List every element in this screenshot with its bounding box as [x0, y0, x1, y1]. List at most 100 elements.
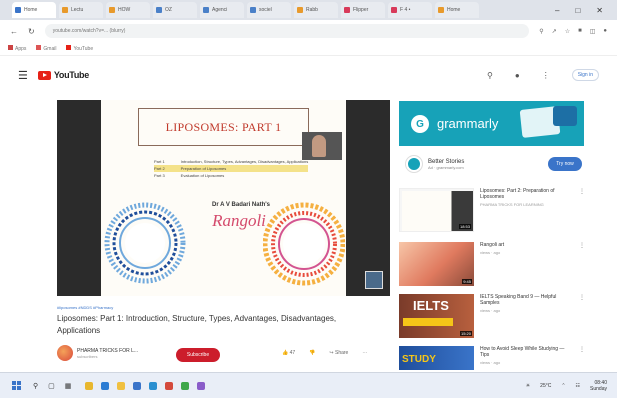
bookmarks-bar: Apps Gmail YouTube	[0, 42, 617, 56]
rec-thumbnail: IELTS 15:20	[399, 294, 474, 338]
task-view-icon[interactable]: ▢	[48, 382, 55, 390]
channel-name[interactable]: PHARMA TRICKS FOR L...	[77, 348, 138, 354]
clock[interactable]: 08:40 Sunday	[590, 380, 607, 392]
browser-tab[interactable]: Home	[12, 2, 56, 18]
url-input[interactable]: youtube.com/watch?v=... (blurry)	[44, 24, 530, 38]
minimize-icon[interactable]: –	[555, 6, 559, 15]
browser-tab[interactable]: Agenci	[200, 2, 244, 18]
share-icon[interactable]: ↗	[552, 28, 557, 35]
rec-options-icon[interactable]: ⋮	[579, 294, 585, 338]
store-taskbar-icon[interactable]	[133, 381, 142, 390]
video-actions: 👍 47 👎 ↪ Share ⋯	[282, 350, 367, 356]
channel-subscribers: subscribers	[77, 353, 98, 359]
menu-icon[interactable]: ☰	[18, 69, 28, 82]
app-taskbar-icon[interactable]	[197, 381, 206, 390]
browser-tab[interactable]: HOW	[106, 2, 150, 18]
dislike-button[interactable]: 👎	[309, 350, 315, 356]
recommended-video[interactable]: 9:45 Rangoli art views · ago ⋮	[399, 242, 585, 286]
tab-label: F 4 •	[400, 7, 411, 13]
close-icon[interactable]: ✕	[596, 6, 603, 15]
browser-tab[interactable]: F 4 •	[388, 2, 432, 18]
network-icon[interactable]: ☷	[576, 383, 580, 389]
channel-avatar[interactable]	[57, 345, 73, 361]
maximize-icon[interactable]: □	[575, 6, 580, 15]
sign-in-button[interactable]: Sign in	[571, 69, 599, 81]
microphone-icon[interactable]: ●	[515, 71, 520, 80]
apps-icon	[8, 45, 13, 50]
clock-date: Sunday	[590, 385, 607, 392]
rec-title: Rangoli art	[480, 242, 505, 248]
rec-options-icon[interactable]: ⋮	[579, 242, 585, 286]
tab-label: Flipper	[353, 7, 369, 13]
bookmark-item[interactable]: YouTube	[66, 45, 93, 52]
browser-tab[interactable]: Rabb	[294, 2, 338, 18]
more-options-icon[interactable]: ⋮	[542, 71, 550, 80]
reload-icon[interactable]: ↻	[28, 27, 35, 36]
presenter-face	[312, 135, 326, 157]
search-icon[interactable]: ⚲	[487, 71, 493, 80]
recommended-video[interactable]: 18:53 Liposomes: Part 2: Preparation of …	[399, 188, 585, 232]
advertiser-name: Better Stories	[428, 158, 465, 165]
extensions-icon[interactable]: ■	[578, 28, 582, 35]
browser-tab[interactable]: Home	[435, 2, 479, 18]
channel-info: PHARMA TRICKS FOR L... subscribers	[57, 345, 138, 361]
rec-thumbnail: STUDY	[399, 346, 474, 370]
rec-title: IELTS Speaking Band 9 — Helpful Samples	[480, 294, 557, 306]
mail-taskbar-icon[interactable]	[149, 381, 158, 390]
url-text: youtube.com/watch?v=... (blurry)	[52, 28, 126, 34]
profile-icon[interactable]: ●	[603, 28, 607, 35]
browser-tab[interactable]: sociel	[247, 2, 291, 18]
rec-meta: PHARMA TRICKS FOR LEARNING	[480, 202, 544, 207]
like-button[interactable]: 👍 47	[282, 350, 295, 356]
youtube-play-icon	[37, 70, 51, 80]
browser-tab[interactable]: OZ	[153, 2, 197, 18]
chrome-taskbar-icon[interactable]	[85, 381, 94, 390]
system-tray: ☀ 25°C ⌃ ☷ 08:40 Sunday	[526, 380, 617, 392]
browser-tab[interactable]: Flipper	[341, 2, 385, 18]
weather-icon[interactable]: ☀	[526, 383, 530, 389]
browser-tab[interactable]: Lectu	[59, 2, 103, 18]
app-taskbar-icon[interactable]	[181, 381, 190, 390]
more-actions-button[interactable]: ⋯	[362, 350, 367, 356]
back-icon[interactable]: ←	[10, 27, 18, 36]
rec-title: Liposomes: Part 2: Preparation of Liposo…	[480, 188, 555, 200]
browser-tab-bar: Home Lectu HOW OZ Agenci sociel Rabb Fli…	[0, 0, 617, 20]
video-player[interactable]: LIPOSOMES: PART 1 Part 1 Introduction, St…	[57, 100, 390, 296]
video-hashtags[interactable]: #liposomes #NDDS #Pharmacy	[57, 305, 113, 310]
youtube-logo[interactable]: YouTube	[37, 70, 89, 80]
slide-part-row: Part 3 Evaluation of Liposomes	[154, 172, 308, 179]
try-now-button[interactable]: Try now	[548, 157, 582, 171]
rangoli-left-icon	[104, 202, 186, 284]
recommended-video[interactable]: STUDY How to Avoid Sleep While Studying …	[399, 346, 585, 370]
sidebar-icon[interactable]: ◫	[590, 28, 596, 35]
search-taskbar-icon[interactable]: ⚲	[33, 382, 38, 390]
slide-parts-list: Part 1 Introduction, Structure, Types, Ad…	[154, 158, 309, 179]
tab-favicon-icon	[250, 7, 256, 13]
tray-chevron-icon[interactable]: ⌃	[561, 383, 565, 389]
tab-favicon-icon	[15, 7, 21, 13]
bookmark-item[interactable]: Apps	[8, 45, 26, 52]
channel-watermark-icon[interactable]	[365, 271, 383, 289]
slide-part-row: Part 2 Preparation of Liposomes	[154, 165, 309, 172]
windows-taskbar: ⚲ ▢ ▦ ☀ 25°C ⌃ ☷ 08:40 Sunday	[0, 372, 617, 398]
rec-duration: 15:20	[459, 331, 472, 336]
youtube-logo-text: YouTube	[53, 70, 89, 80]
widgets-icon[interactable]: ▦	[65, 382, 72, 390]
share-button[interactable]: ↪ Share	[329, 350, 348, 356]
bookmark-item[interactable]: Gmail	[36, 45, 56, 52]
rec-options-icon[interactable]: ⋮	[579, 346, 585, 370]
edge-taskbar-icon[interactable]	[101, 381, 110, 390]
youtube-header: ☰ YouTube ⚲ ● ⋮ Sign in	[0, 60, 617, 90]
explorer-taskbar-icon[interactable]	[117, 381, 126, 390]
star-icon[interactable]: ☆	[565, 28, 570, 35]
recommended-video[interactable]: IELTS 15:20 IELTS Speaking Band 9 — Help…	[399, 294, 585, 338]
grammarly-ad-banner[interactable]: G grammarly	[399, 101, 584, 146]
part-label: Part 1	[154, 159, 165, 164]
windows-start-icon[interactable]	[12, 381, 21, 390]
zoom-icon[interactable]: ⚲	[539, 28, 543, 35]
rangoli-right-icon	[263, 202, 345, 286]
rec-options-icon[interactable]: ⋮	[579, 188, 585, 232]
rec-duration: 18:53	[458, 224, 471, 229]
subscribe-button[interactable]: Subscribe	[176, 348, 220, 362]
app-taskbar-icon[interactable]	[165, 381, 174, 390]
